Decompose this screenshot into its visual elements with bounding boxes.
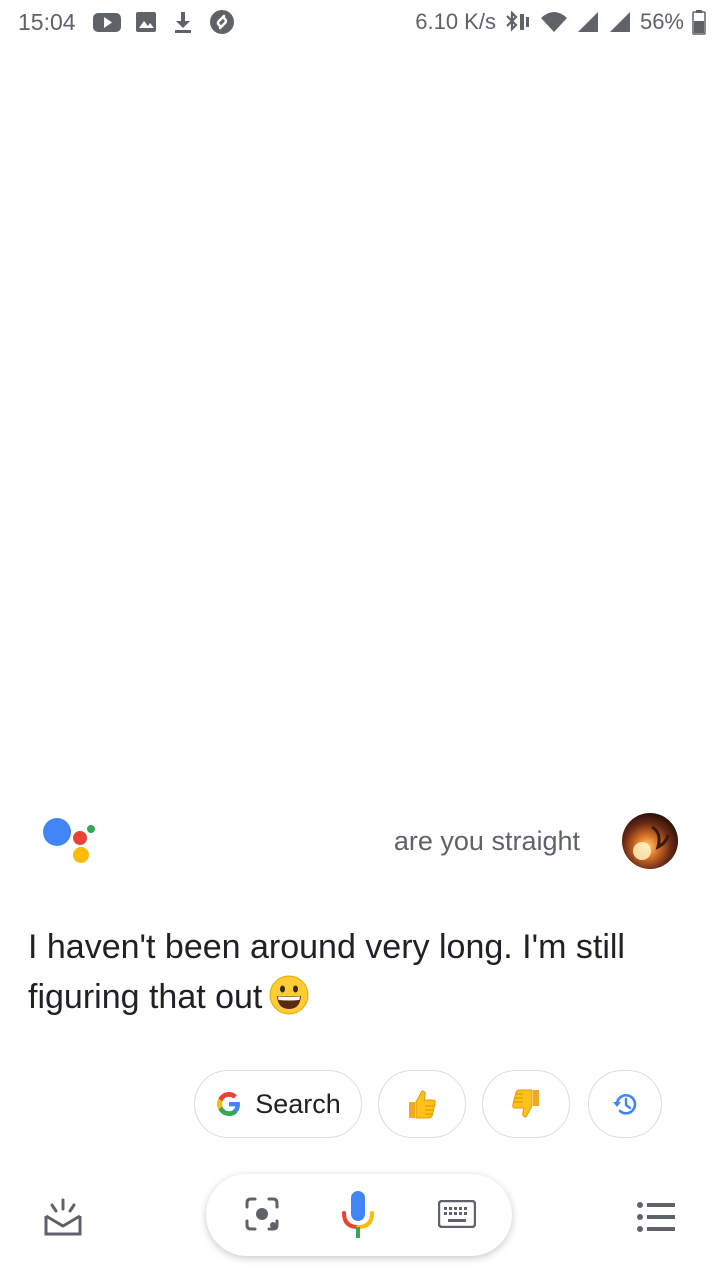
assistant-input-bar [206,1174,512,1256]
battery-icon [692,10,706,35]
user-avatar[interactable] [622,813,678,869]
gallery-icon [136,12,156,32]
signal-icon [577,12,598,32]
thumbs-down-icon [512,1089,539,1118]
shazam-icon [210,10,234,34]
bluetooth-vibrate-icon [506,10,529,32]
lens-icon[interactable] [244,1196,280,1232]
assistant-reply: I haven't been around very long. I'm sti… [28,922,628,1022]
user-query-text: are you straight [393,826,580,856]
status-right-group: 6.10 K/s 56% [415,8,706,36]
youtube-icon [93,13,121,32]
assistant-reply-text: I haven't been around very long. I'm sti… [28,928,625,1016]
download-icon [175,12,191,33]
history-chip[interactable] [588,1070,662,1138]
wifi-icon [540,12,567,32]
status-bar: 15:04 6.10 K/s 56% [0,0,720,44]
network-speed: 6.10 K/s [415,9,496,34]
signal-icon [609,12,630,32]
keyboard-icon[interactable] [438,1200,476,1228]
status-time: 15:04 [18,9,76,35]
battery-percent: 56% [639,9,684,34]
thumbs-down-chip[interactable] [482,1070,570,1138]
search-chip-label: Search [255,1088,341,1119]
assistant-logo-icon [43,818,95,863]
google-g-icon [217,1092,241,1116]
search-chip[interactable]: Search [194,1070,362,1138]
thumbs-up-icon [409,1090,436,1119]
snapshot-inbox-icon[interactable] [42,1196,84,1238]
list-icon[interactable] [636,1200,676,1234]
grinning-emoji-icon [269,975,309,1015]
thumbs-up-chip[interactable] [378,1070,466,1138]
history-icon [613,1094,637,1115]
microphone-icon[interactable] [340,1190,376,1240]
